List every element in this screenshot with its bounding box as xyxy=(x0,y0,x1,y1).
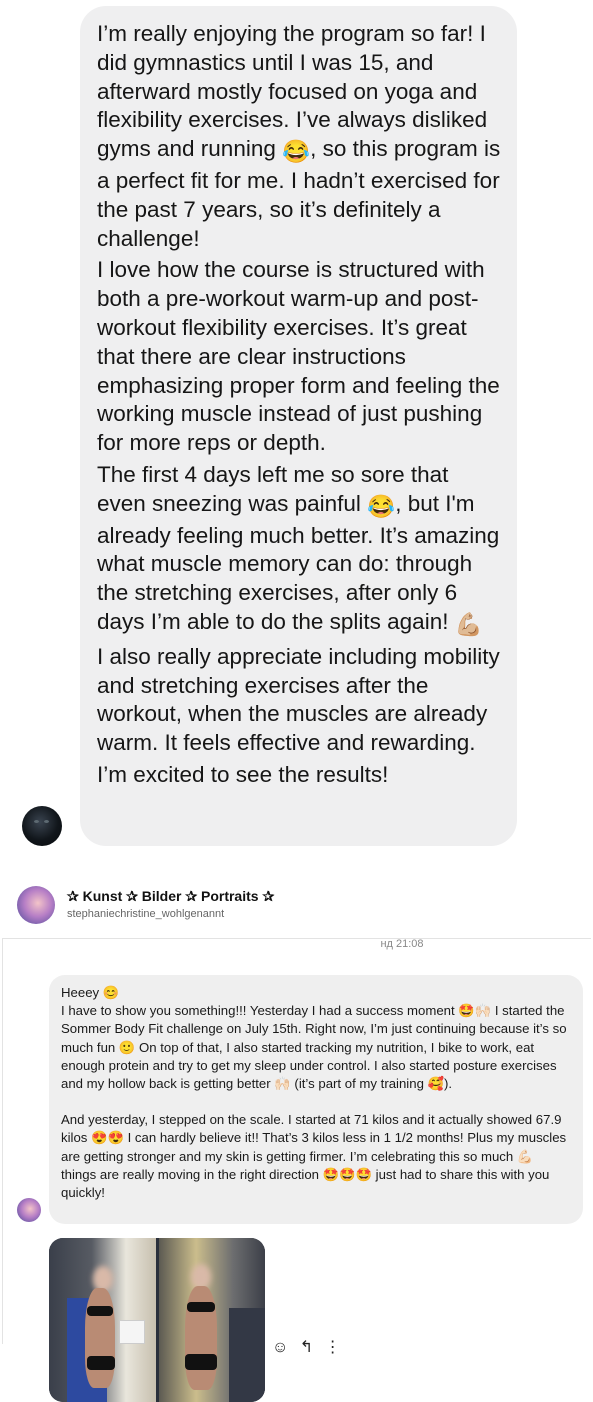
heart-eyes-emoji-icon: 😍😍 xyxy=(91,1130,124,1146)
sender-avatar[interactable] xyxy=(17,1198,41,1222)
message-paragraph: I also really appreciate including mobil… xyxy=(97,643,500,756)
message-paragraph: And yesterday, I stepped on the scale. I… xyxy=(61,1112,567,1201)
message-paragraph: Heeey 😊 xyxy=(61,985,120,1000)
progress-photo-after[interactable] xyxy=(159,1238,265,1402)
message-paragraph: I love how the course is structured with… xyxy=(97,257,500,456)
sender-avatar[interactable] xyxy=(22,806,62,846)
progress-photo-before[interactable] xyxy=(49,1238,156,1402)
raised-hands-emoji-icon: 🙌🏻 xyxy=(274,1076,291,1092)
message-paragraph: The first 4 days left me so sore that ev… xyxy=(97,461,501,640)
slight-smile-emoji-icon: 🙂 xyxy=(118,1039,136,1055)
reply-icon[interactable]: ↰ xyxy=(300,1337,313,1357)
laughing-emoji-icon: 😂 xyxy=(282,139,311,165)
star-struck-emoji-icon: 🤩🤩🤩 xyxy=(322,1166,372,1182)
message-bubble-incoming: Heeey 😊 I have to show you something!!! … xyxy=(49,975,583,1224)
message-paragraph: I’m really enjoying the program so far! … xyxy=(97,21,501,251)
conversation-header xyxy=(0,878,593,934)
raised-hands-emoji-icon: 🙌🏻 xyxy=(474,1003,492,1019)
flexed-biceps-emoji-icon: 💪🏼 xyxy=(454,611,483,637)
smiling-emoji-icon: 😊 xyxy=(102,985,120,1000)
more-options-icon[interactable]: ⋮ xyxy=(325,1337,341,1357)
flexed-biceps-emoji-icon: 💪🏻 xyxy=(516,1148,534,1164)
profile-name[interactable]: ✰ Kunst ✰ Bilder ✰ Portraits ✰ xyxy=(67,888,274,905)
smiling-hearts-emoji-icon: 🥰 xyxy=(427,1076,444,1092)
message-actions: ☺ ↰ ⋮ xyxy=(272,1337,348,1357)
react-emoji-icon[interactable]: ☺ xyxy=(272,1339,288,1357)
star-struck-emoji-icon: 🤩 xyxy=(458,1003,475,1019)
profile-avatar[interactable] xyxy=(17,886,55,924)
message-paragraph: I’m excited to see the results! xyxy=(97,761,389,787)
message-bubble-incoming: I’m really enjoying the program so far! … xyxy=(80,6,517,846)
message-paragraph: I have to show you something!!! Yesterda… xyxy=(61,1003,567,1092)
photo-attachment[interactable] xyxy=(49,1238,265,1402)
laughing-emoji-icon: 😂 xyxy=(367,493,396,519)
message-timestamp: нд 21:08 xyxy=(380,938,424,950)
divider xyxy=(2,938,3,1344)
profile-handle[interactable]: stephaniechristine_wohlgenannt xyxy=(67,908,224,920)
